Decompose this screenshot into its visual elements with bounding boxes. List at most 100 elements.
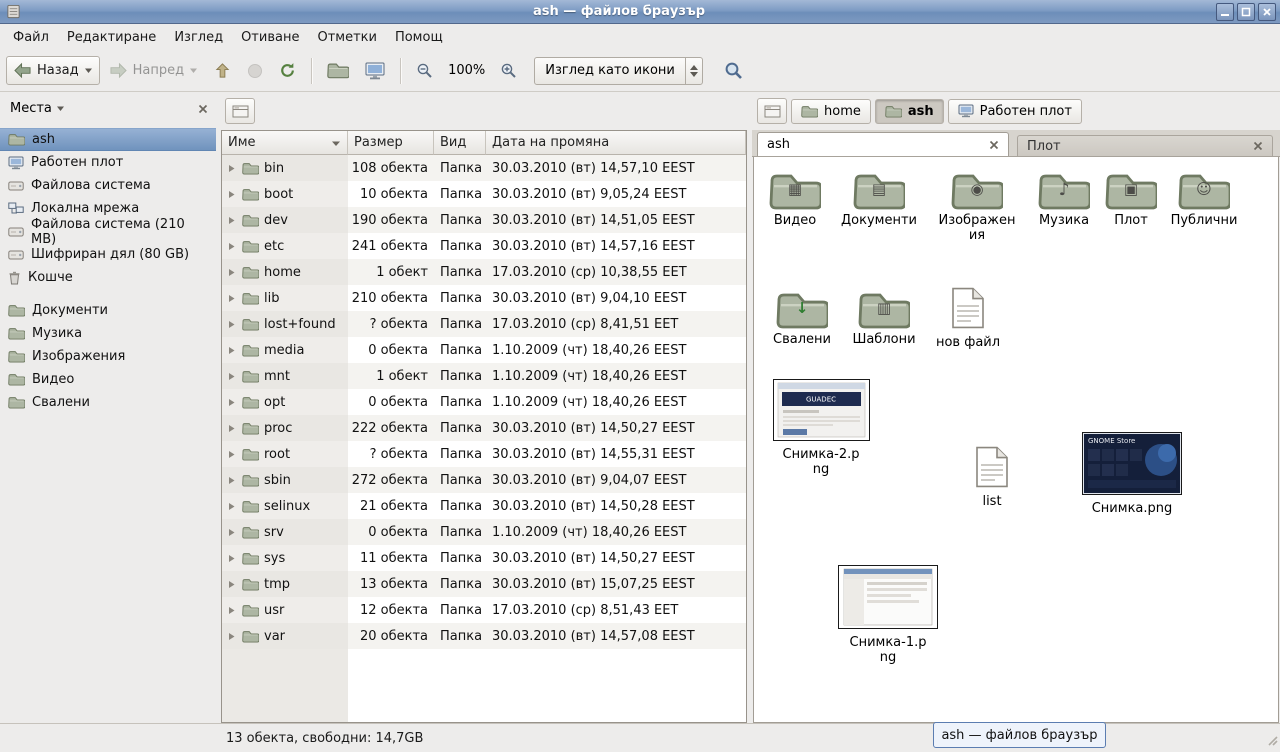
table-row[interactable]: tmp13 обектаПапка30.03.2010 (вт) 15,07,2… <box>222 571 746 597</box>
icon-view-item[interactable]: GUADECСнимка-2.png <box>776 379 866 478</box>
expander-icon[interactable] <box>227 216 237 225</box>
taskbar-window-button[interactable]: ash — файлов браузър <box>933 722 1106 748</box>
sidebar-close-icon[interactable] <box>198 104 208 114</box>
breadcrumb-button[interactable]: Работен плот <box>948 99 1082 124</box>
sidebar-item[interactable]: Музика <box>0 322 216 345</box>
expander-icon[interactable] <box>227 450 237 459</box>
menu-item[interactable]: Изглед <box>165 26 232 49</box>
table-row[interactable]: media0 обектаПапка1.10.2009 (чт) 18,40,2… <box>222 337 746 363</box>
expander-icon[interactable] <box>227 476 237 485</box>
sidebar-item[interactable]: Файлова система (210 MB) <box>0 220 216 243</box>
expander-icon[interactable] <box>227 346 237 355</box>
zoom-in-button[interactable] <box>493 56 524 85</box>
close-button[interactable] <box>1258 3 1276 21</box>
table-row[interactable]: sys11 обектаПапка30.03.2010 (вт) 14,50,2… <box>222 545 746 571</box>
sidebar-item[interactable]: Работен плот <box>0 151 216 174</box>
table-row[interactable]: opt0 обектаПапка1.10.2009 (чт) 18,40,26 … <box>222 389 746 415</box>
expander-icon[interactable] <box>227 164 237 173</box>
reload-button[interactable] <box>272 56 303 85</box>
menu-item[interactable]: Отметки <box>308 26 385 49</box>
maximize-button[interactable] <box>1237 3 1255 21</box>
icon-view-item[interactable]: GNOME StoreСнимка.png <box>1087 432 1177 517</box>
breadcrumb-button[interactable]: home <box>791 99 871 124</box>
expander-icon[interactable] <box>227 632 237 641</box>
menu-item[interactable]: Редактиране <box>58 26 165 49</box>
combo-spinner[interactable] <box>685 58 702 84</box>
search-button[interactable] <box>717 55 750 86</box>
forward-button[interactable]: Напред <box>102 56 205 85</box>
table-row[interactable]: home1 обектПапка17.03.2010 (ср) 10,38,55… <box>222 259 746 285</box>
location-toggle-button[interactable] <box>225 98 255 124</box>
icon-view-item[interactable]: ◉Изображения <box>932 171 1022 244</box>
table-row[interactable]: mnt1 обектПапка1.10.2009 (чт) 18,40,26 E… <box>222 363 746 389</box>
table-row[interactable]: lib210 обектаПапка30.03.2010 (вт) 9,04,1… <box>222 285 746 311</box>
sidebar-item[interactable]: ash <box>0 128 216 151</box>
column-header[interactable]: Име <box>222 131 348 155</box>
expander-icon[interactable] <box>227 424 237 433</box>
sidebar-item[interactable]: Кошче <box>0 266 216 289</box>
menu-item[interactable]: Отиване <box>232 26 308 49</box>
chevron-down-icon[interactable] <box>56 105 65 112</box>
expander-icon[interactable] <box>227 528 237 537</box>
sidebar-item[interactable]: Изображения <box>0 345 216 368</box>
breadcrumb-button[interactable]: ash <box>875 99 944 124</box>
table-row[interactable]: bin108 обектаПапка30.03.2010 (вт) 14,57,… <box>222 155 746 181</box>
sidebar-item[interactable]: Файлова система <box>0 174 216 197</box>
column-header[interactable]: Размер <box>348 131 434 155</box>
sidebar-item[interactable]: Шифриран дял (80 GB) <box>0 243 216 266</box>
expander-icon[interactable] <box>227 268 237 277</box>
expander-icon[interactable] <box>227 372 237 381</box>
sidebar-item[interactable]: Документи <box>0 299 216 322</box>
table-row[interactable]: proc222 обектаПапка30.03.2010 (вт) 14,50… <box>222 415 746 441</box>
table-row[interactable]: selinux21 обектаПапка30.03.2010 (вт) 14,… <box>222 493 746 519</box>
sidebar-item[interactable]: Видео <box>0 368 216 391</box>
table-row[interactable]: lost+found? обектаПапка17.03.2010 (ср) 8… <box>222 311 746 337</box>
expander-icon[interactable] <box>227 320 237 329</box>
minimize-button[interactable] <box>1216 3 1234 21</box>
table-row[interactable]: sbin272 обектаПапка30.03.2010 (вт) 9,04,… <box>222 467 746 493</box>
menu-item[interactable]: Помощ <box>386 26 452 49</box>
tab[interactable]: Плот <box>1017 135 1273 156</box>
menu-item[interactable]: Файл <box>4 26 58 49</box>
icon-view-item[interactable]: ▤Документи <box>834 171 924 229</box>
tab-close-icon[interactable] <box>989 140 999 150</box>
table-row[interactable]: boot10 обектаПапка30.03.2010 (вт) 9,05,2… <box>222 181 746 207</box>
table-row[interactable]: root? обектаПапка30.03.2010 (вт) 14,55,3… <box>222 441 746 467</box>
tab[interactable]: ash <box>757 132 1009 156</box>
sidebar-item-label: Свалени <box>32 395 90 410</box>
column-header[interactable]: Вид <box>434 131 486 155</box>
sidebar-item[interactable]: Свалени <box>0 391 216 414</box>
home-button[interactable] <box>320 56 356 85</box>
view-mode-combo[interactable]: Изглед като икони <box>534 57 703 85</box>
icon-view-item[interactable]: ☺Публични <box>1159 171 1249 229</box>
icon-view-item[interactable]: ▦Видео <box>753 171 840 229</box>
table-row[interactable]: srv0 обектаПапка1.10.2009 (чт) 18,40,26 … <box>222 519 746 545</box>
tab-close-icon[interactable] <box>1253 141 1263 151</box>
size-cell: 11 обекта <box>348 545 434 571</box>
expander-icon[interactable] <box>227 398 237 407</box>
table-row[interactable]: etc241 обектаПапка30.03.2010 (вт) 14,57,… <box>222 233 746 259</box>
resize-grip[interactable] <box>1264 732 1278 750</box>
expander-icon[interactable] <box>227 294 237 303</box>
icon-view-item[interactable]: Снимка-1.png <box>843 565 933 666</box>
icon-view-item[interactable]: ↓Свалени <box>757 290 847 348</box>
expander-icon[interactable] <box>227 502 237 511</box>
icon-view-item[interactable]: нов файл <box>923 287 1013 351</box>
up-button[interactable] <box>207 56 238 85</box>
location-toggle-button[interactable] <box>757 98 787 124</box>
stop-button[interactable] <box>240 57 270 85</box>
expander-icon[interactable] <box>227 606 237 615</box>
icon-view-item[interactable]: ▥Шаблони <box>839 290 929 348</box>
column-header[interactable]: Дата на промяна <box>486 131 746 155</box>
expander-icon[interactable] <box>227 580 237 589</box>
computer-button[interactable] <box>358 56 392 86</box>
table-row[interactable]: dev190 обектаПапка30.03.2010 (вт) 14,51,… <box>222 207 746 233</box>
table-row[interactable]: usr12 обектаПапка17.03.2010 (ср) 8,51,43… <box>222 597 746 623</box>
table-row[interactable]: var20 обектаПапка30.03.2010 (вт) 14,57,0… <box>222 623 746 649</box>
expander-icon[interactable] <box>227 554 237 563</box>
zoom-out-button[interactable] <box>409 56 440 85</box>
back-button[interactable]: Назад <box>6 56 100 85</box>
expander-icon[interactable] <box>227 242 237 251</box>
icon-view-item[interactable]: list <box>947 446 1037 510</box>
expander-icon[interactable] <box>227 190 237 199</box>
